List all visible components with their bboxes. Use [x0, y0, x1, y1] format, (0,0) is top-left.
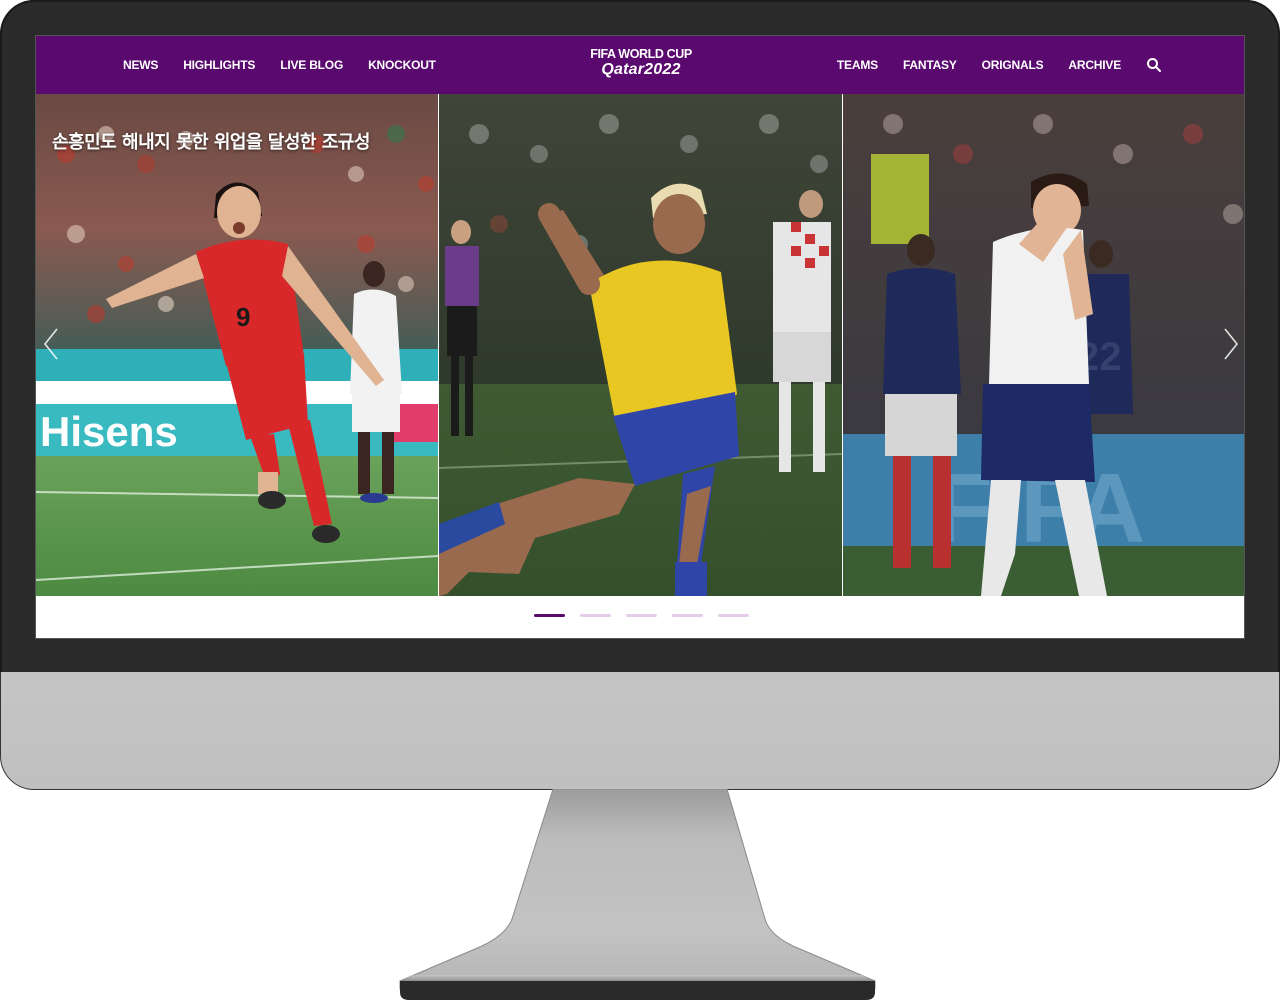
logo[interactable]: FIFA WORLD CUP Qatar2022: [581, 47, 701, 81]
navbar: NEWS HIGHLIGHTS LIVE BLOG KNOCKOUT FIFA …: [36, 36, 1244, 94]
nav-item-teams[interactable]: TEAMS: [837, 58, 878, 72]
nav-item-highlights[interactable]: HIGHLIGHTS: [183, 58, 255, 72]
slide-korea-photo[interactable]: Hisens 9 손흥민도 해내지 못한 위업을 달성한 조규성: [36, 94, 438, 596]
nav-item-live-blog[interactable]: LIVE BLOG: [280, 58, 343, 72]
monitor-chin: [0, 672, 1280, 790]
slide-caption[interactable]: 손흥민도 해내지 못한 위업을 달성한 조규성: [52, 128, 370, 154]
logo-title: FIFA WORLD CUP: [590, 47, 692, 61]
nav-left: NEWS HIGHLIGHTS LIVE BLOG KNOCKOUT: [123, 36, 461, 94]
search-icon[interactable]: [1146, 57, 1162, 73]
pagination-dot-4[interactable]: [671, 614, 703, 617]
pagination-dot-3[interactable]: [625, 614, 657, 617]
nav-item-fantasy[interactable]: FANTASY: [903, 58, 957, 72]
chevron-right-icon[interactable]: [1219, 326, 1241, 362]
logo-subtitle: Qatar2022: [601, 61, 681, 78]
nav-item-knockout[interactable]: KNOCKOUT: [368, 58, 436, 72]
slide-brazil-photo[interactable]: [439, 94, 842, 596]
svg-text:9: 9: [236, 302, 250, 332]
pagination-dot-2[interactable]: [579, 614, 611, 617]
slide-england-photo[interactable]: FIFA 22: [843, 94, 1244, 596]
chevron-left-icon[interactable]: [41, 326, 63, 362]
pagination-dot-5[interactable]: [717, 614, 749, 617]
carousel-pagination: [36, 614, 1244, 620]
nav-item-orignals[interactable]: ORIGNALS: [982, 58, 1044, 72]
hero-carousel: Hisens 9 손흥민도 해내지 못한 위업을 달성한 조규성 FIFA 22: [36, 94, 1244, 596]
nav-item-news[interactable]: NEWS: [123, 58, 158, 72]
screen: NEWS HIGHLIGHTS LIVE BLOG KNOCKOUT FIFA …: [35, 35, 1245, 639]
nav-right: TEAMS FANTASY ORIGNALS ARCHIVE: [812, 36, 1162, 94]
monitor-stand: [0, 789, 1280, 1000]
svg-text:Hisens: Hisens: [40, 408, 178, 455]
nav-item-archive[interactable]: ARCHIVE: [1068, 58, 1121, 72]
pagination-dot-1[interactable]: [533, 614, 565, 617]
